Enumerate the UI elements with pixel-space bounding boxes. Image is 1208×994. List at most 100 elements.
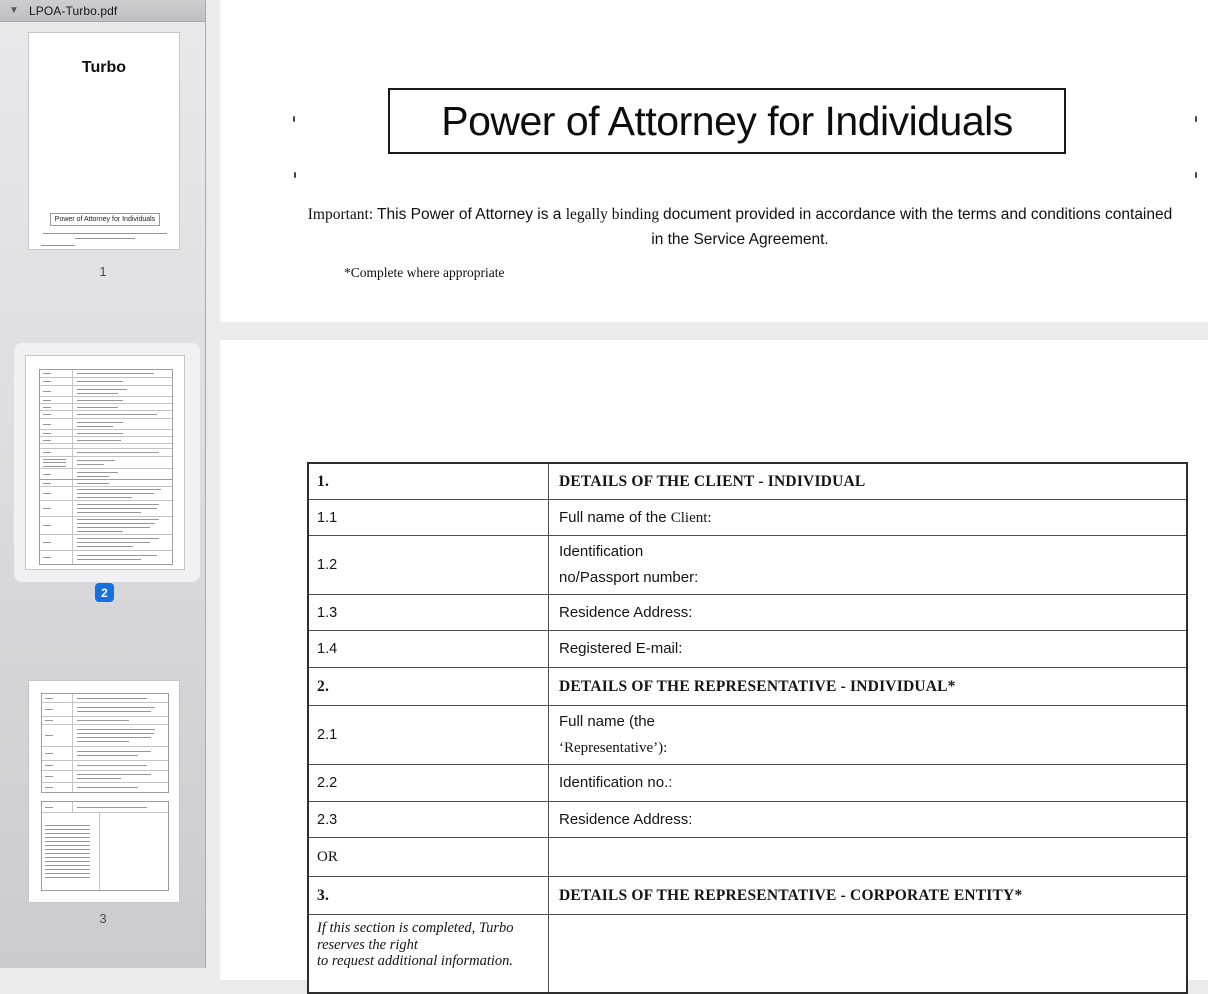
thumbnail-page-3[interactable] [28,680,180,903]
mini-right-cell [73,404,172,410]
table-cell-line: 2.1 [317,727,540,743]
table-cell-line: Identification no.: [559,770,1176,796]
mini-right-cell [73,419,172,429]
row-number-cell: 2.1 [309,706,549,764]
text-segment: Registered E-mail: [559,640,682,657]
table-cell-line: OR [317,849,540,866]
mini-table-row [40,468,172,479]
mini-right-cell [73,370,172,377]
table-cell-line: reserves the right [317,937,540,954]
table-cell-line: Residence Address: [559,807,1176,833]
mini-table-row [40,370,172,377]
mini-left-cell [40,386,73,396]
mini-left-cell [42,747,73,760]
text-segment: Identification [559,543,643,560]
mini-table-row [40,410,172,418]
mini-right-cell [73,535,172,550]
text-segment: 1.2 [317,557,337,573]
disclosure-triangle-icon[interactable]: ▼ [9,5,23,16]
mini-right-cell [73,480,172,486]
mini-right-cell [73,771,168,782]
mini-left-cell [40,551,73,564]
mini-left-cell [40,411,73,418]
row-number-cell: 2.2 [309,765,549,801]
row-content-cell: Registered E-mail: [549,631,1186,667]
thumb2-mini-table [39,369,173,480]
table-row: OR [309,837,1186,876]
mini-left-cell [42,725,73,746]
text-segment: Full name (the [559,713,655,730]
mini-table-row [42,694,168,702]
table-cell-line: Full name (the [559,709,1176,735]
sidebar-header: ▼ LPOA-Turbo.pdf [0,0,205,22]
row-content-cell [549,915,1186,992]
mini-right-cell [73,487,172,500]
mini-right-cell [73,449,172,456]
mini-right-cell [73,386,172,396]
mini-left-cell [40,397,73,403]
text-segment: Identification no.: [559,774,672,791]
mini-left-cell [40,469,73,479]
text-segment: 3. [317,887,329,904]
mini-table-row [42,746,168,760]
thumbnail-page-2[interactable] [25,355,185,570]
table-row: 3. DETAILS OF THE REPRESENTATIVE - CORPOR… [309,876,1186,914]
mini-table-row [40,377,172,385]
mini-right-cell [73,469,172,479]
mini-right-cell [73,430,172,436]
table-cell-line: DETAILS OF THE CLIENT - INDIVIDUAL [559,469,1176,495]
mini-right-cell [73,747,168,760]
table-row: 1.3Residence Address: [309,594,1186,630]
mini-right-cell [73,717,168,724]
table-row: 1.4Registered E-mail: [309,630,1186,667]
mini-table-row [40,480,172,486]
details-table: 1. DETAILS OF THE CLIENT - INDIVIDUAL 1.1 F… [307,462,1188,994]
table-cell-line: Identification [559,539,1176,565]
table-cell-line: 2.3 [317,812,540,828]
mini-right-cell [73,703,168,716]
mini-right-cell [73,397,172,403]
mini-table-row [42,782,168,792]
row-number-cell: OR [309,838,549,876]
thumb1-text-line [41,245,75,246]
mini-left-cell [40,535,73,550]
pdf-viewer-scroll-area[interactable]: Power of Attorney for Individuals Import… [206,0,1208,968]
table-cell-line: DETAILS OF THE REPRESENTATIVE - CORPORAT… [559,883,1176,909]
important-paragraph: Important: This Power of Attorney is a l… [250,206,1208,249]
row-number-cell: 1. [309,464,549,499]
mini-table-row [40,534,172,550]
mini-table-row [40,403,172,410]
mini-table-row [42,770,168,782]
thumb1-brand-text: Turbo [29,59,179,77]
mini-left-cell [40,487,73,500]
mini-left-cell [42,783,73,792]
table-cell-line: 2.2 [317,775,540,791]
table-cell-line: 1.1 [317,510,540,526]
mini-table-row [40,486,172,500]
table-cell-line: no/Passport number: [559,565,1176,591]
row-content-cell: Identification no.: [549,765,1186,801]
row-content-cell: Identification no/Passport number: [549,536,1186,594]
thumbnail-page-1[interactable]: Turbo Power of Attorney for Individuals [28,32,180,250]
thumb3-mini-table [41,801,169,891]
mini-left-cell [40,419,73,429]
row-content-cell: DETAILS OF THE REPRESENTATIVE - CORPORAT… [549,877,1186,914]
table-cell-line: ‘Representative’): [559,735,1176,761]
mini-right-cell [73,378,172,385]
stray-mark [293,116,295,122]
pdf-page-1: Power of Attorney for Individuals Import… [220,0,1208,322]
mini-right-cell [73,725,168,746]
text-segment: Residence Address: [559,811,692,828]
text-segment: DETAILS OF THE REPRESENTATIVE - INDIVIDU… [559,678,956,695]
row-content-cell [549,838,1186,876]
table-row: If this section is completed, Turboreser… [309,914,1186,992]
thumbnail-sidebar[interactable]: ▼ LPOA-Turbo.pdf Turbo Power of Attorney… [0,0,206,968]
row-content-cell: Residence Address: [549,802,1186,837]
mini-right-cell [73,501,172,516]
table-row: 2.2 Identification no.: [309,764,1186,801]
thumb3-mini-table [41,693,169,793]
table-cell-line: Residence Address: [559,600,1176,626]
mini-table-row [40,443,172,448]
mini-left-cell [40,457,73,468]
table-row: 1.2 Identification no/Passport number: [309,535,1186,594]
